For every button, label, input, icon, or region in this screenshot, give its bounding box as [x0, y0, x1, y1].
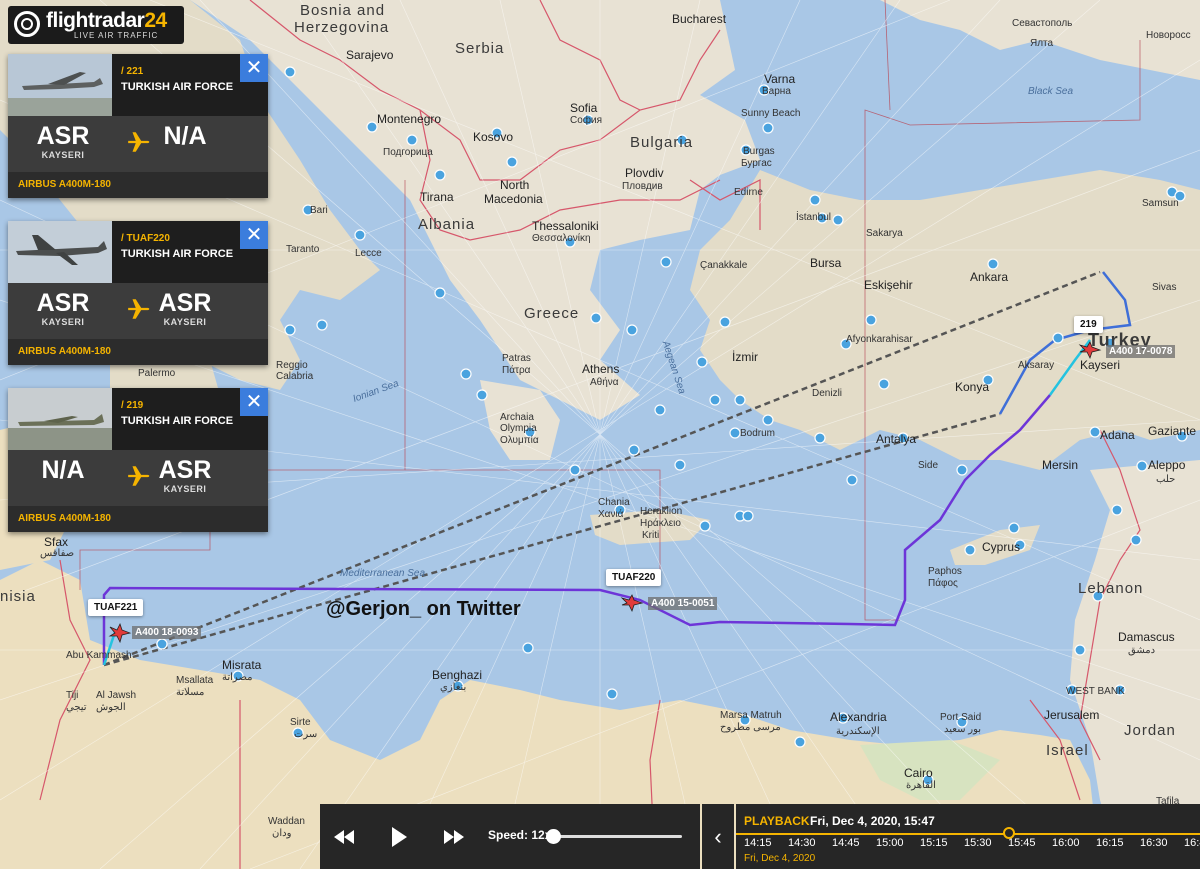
destination-airport: N/A — [163, 122, 207, 150]
timeline-tick: 16:30 — [1140, 837, 1168, 849]
flightradar24-logo[interactable]: flightradar24 LIVE AIR TRAFFIC — [8, 6, 184, 44]
flight-reg-tuaf220[interactable]: A400 15-0051 — [648, 597, 718, 610]
playback-controls: Speed: 12x — [320, 804, 700, 869]
timeline-tick: 14:30 — [788, 837, 816, 849]
origin-airport: ASR KAYSERI — [36, 289, 90, 327]
close-card-button[interactable]: ✕ — [240, 54, 268, 82]
timeline-tick: 15:30 — [964, 837, 992, 849]
close-icon: ✕ — [245, 224, 263, 246]
playback-timeline[interactable]: PLAYBACK Fri, Dec 4, 2020, 15:47 14:15 1… — [736, 804, 1200, 869]
timeline-date: Fri, Dec 4, 2020 — [744, 853, 816, 864]
timeline-tick: 14:15 — [744, 837, 772, 849]
flight-airline: TURKISH AIR FORCE — [121, 415, 234, 427]
aircraft-type: AIRBUS A400M-180 — [8, 506, 268, 532]
fast-forward-icon — [444, 829, 464, 844]
playback-datetime: Fri, Dec 4, 2020, 15:47 — [810, 814, 935, 828]
speed-label: Speed: 12x — [488, 828, 552, 842]
speed-slider[interactable] — [546, 829, 682, 844]
destination-airport: ASR KAYSERI — [158, 289, 212, 327]
collapse-timeline-button[interactable]: ‹ — [702, 804, 734, 869]
logo-name: flightradar24 — [46, 9, 167, 32]
timeline-tick: 16:00 — [1052, 837, 1080, 849]
aircraft-photo — [8, 221, 112, 283]
fast-forward-button[interactable] — [430, 804, 478, 869]
chevron-left-icon: ‹ — [714, 823, 722, 849]
flight-card-221[interactable]: / 221 TURKISH AIR FORCE ✕ ASR KAYSERI N/… — [8, 54, 268, 198]
origin-airport: N/A — [41, 456, 85, 484]
aircraft-photo — [8, 54, 112, 116]
flight-card-tuaf220[interactable]: / TUAF220 TURKISH AIR FORCE ✕ ASR KAYSER… — [8, 221, 268, 365]
flight-airline: TURKISH AIR FORCE — [121, 81, 234, 93]
timeline-tick: 14:45 — [832, 837, 860, 849]
close-card-button[interactable]: ✕ — [240, 221, 268, 249]
close-icon: ✕ — [245, 391, 263, 413]
flight-callsign: / 221 — [121, 66, 144, 77]
playback-title: PLAYBACK — [744, 814, 810, 828]
timeline-tick: 15:15 — [920, 837, 948, 849]
flight-airline: TURKISH AIR FORCE — [121, 248, 234, 260]
aircraft-photo — [8, 388, 112, 450]
origin-airport: ASR KAYSERI — [36, 122, 90, 160]
radar-logo-icon — [14, 11, 40, 37]
timeline-tick: 16:45 — [1184, 837, 1200, 849]
rewind-icon — [334, 829, 354, 844]
close-card-button[interactable]: ✕ — [240, 388, 268, 416]
flight-reg-219[interactable]: A400 17-0078 — [1106, 345, 1176, 358]
flight-callsign: / TUAF220 — [121, 233, 170, 244]
timeline-tick: 15:00 — [876, 837, 904, 849]
aircraft-type: AIRBUS A400M-180 — [8, 339, 268, 365]
flight-callsign: / 219 — [121, 400, 144, 411]
rewind-button[interactable] — [320, 804, 368, 869]
flight-card-219[interactable]: / 219 TURKISH AIR FORCE ✕ N/A ASR KAYSER… — [8, 388, 268, 532]
flight-tag-219[interactable]: 219 — [1074, 316, 1103, 333]
play-button[interactable] — [374, 804, 424, 869]
flight-tag-tuaf221[interactable]: TUAF221 — [88, 599, 144, 616]
timeline-tick: 15:45 — [1008, 837, 1036, 849]
flight-tag-tuaf220[interactable]: TUAF220 — [606, 569, 662, 586]
speed-slider-thumb[interactable] — [546, 829, 561, 844]
destination-airport: ASR KAYSERI — [158, 456, 212, 494]
flight-reg-tuaf221[interactable]: A400 18-0093 — [132, 626, 202, 639]
logo-subtitle: LIVE AIR TRAFFIC — [74, 31, 159, 40]
timeline-tick: 16:15 — [1096, 837, 1124, 849]
timeline-bar[interactable] — [736, 833, 1200, 835]
aircraft-type: AIRBUS A400M-180 — [8, 172, 268, 198]
play-icon — [392, 826, 407, 847]
close-icon: ✕ — [245, 57, 263, 79]
